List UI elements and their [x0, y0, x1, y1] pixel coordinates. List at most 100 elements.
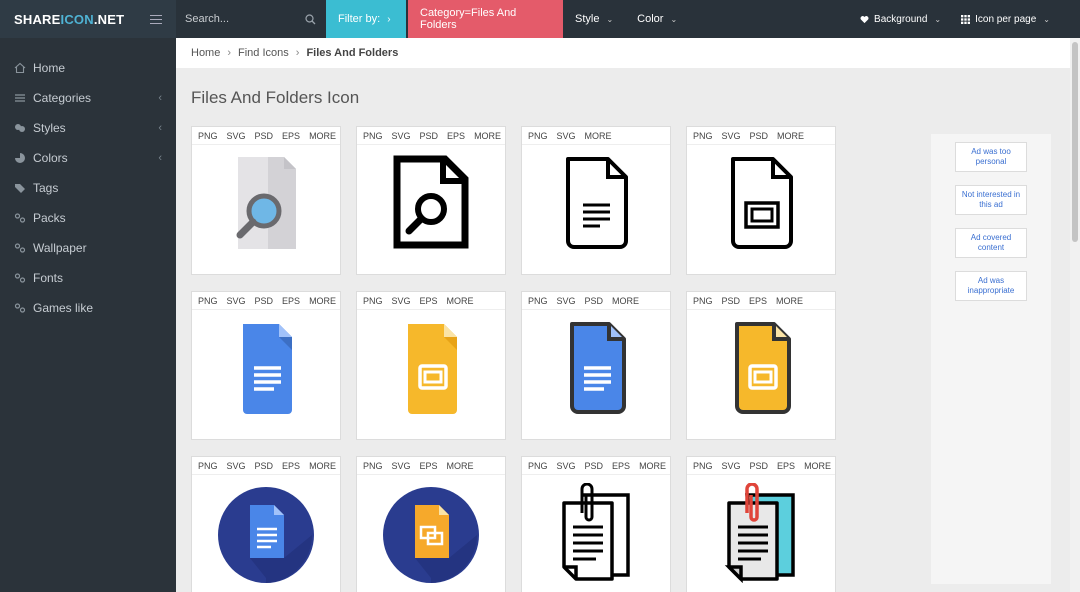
- format-link[interactable]: PNG: [693, 296, 713, 306]
- format-link[interactable]: PNG: [363, 131, 383, 141]
- format-link[interactable]: PNG: [693, 461, 713, 471]
- sidebar-item-wallpaper[interactable]: Wallpaper: [0, 233, 176, 263]
- format-link[interactable]: PNG: [693, 131, 713, 141]
- format-link[interactable]: SVG: [557, 296, 576, 306]
- icon-card[interactable]: PNG SVG PSD EPS MORE: [356, 126, 506, 275]
- icon-card[interactable]: PNG SVG EPS MORE: [356, 291, 506, 440]
- format-link[interactable]: PNG: [198, 131, 218, 141]
- sidebar-item-home[interactable]: Home: [0, 53, 176, 83]
- slides-outlined-icon[interactable]: [687, 310, 835, 418]
- clipboard-papers-outline-icon[interactable]: [522, 475, 670, 583]
- format-link[interactable]: MORE: [309, 296, 336, 306]
- docs-circle-icon[interactable]: [192, 475, 340, 583]
- icon-card[interactable]: PNG SVG PSD EPS MORE: [191, 291, 341, 440]
- format-link[interactable]: PSD: [750, 131, 769, 141]
- format-link[interactable]: SVG: [722, 461, 741, 471]
- format-link[interactable]: MORE: [776, 296, 803, 306]
- format-link[interactable]: EPS: [612, 461, 630, 471]
- document-outline-icon[interactable]: [522, 145, 670, 253]
- breadcrumb-find-icons[interactable]: Find Icons: [238, 47, 289, 59]
- background-dropdown[interactable]: Background ⌄: [850, 0, 951, 38]
- color-dropdown[interactable]: Color ⌄: [625, 0, 689, 38]
- file-search-outline-icon[interactable]: [357, 145, 505, 253]
- format-link[interactable]: PNG: [363, 296, 383, 306]
- format-link[interactable]: MORE: [639, 461, 666, 471]
- scrollbar-thumb[interactable]: [1072, 42, 1078, 242]
- sidebar-item-fonts[interactable]: Fonts: [0, 263, 176, 293]
- format-link[interactable]: MORE: [447, 296, 474, 306]
- format-link[interactable]: MORE: [309, 461, 336, 471]
- search-icon[interactable]: [305, 13, 316, 25]
- file-search-flat-icon[interactable]: [192, 145, 340, 253]
- ad-feedback-too-personal-button[interactable]: Ad was too personal: [955, 142, 1027, 172]
- format-link[interactable]: EPS: [420, 461, 438, 471]
- icon-card[interactable]: PNG SVG PSD EPS MORE: [521, 456, 671, 592]
- format-link[interactable]: EPS: [282, 461, 300, 471]
- format-link[interactable]: SVG: [557, 131, 576, 141]
- ad-feedback-covered-content-button[interactable]: Ad covered content: [955, 228, 1027, 258]
- format-link[interactable]: MORE: [474, 131, 501, 141]
- format-link[interactable]: PSD: [585, 296, 604, 306]
- format-link[interactable]: EPS: [282, 131, 300, 141]
- format-link[interactable]: PSD: [750, 461, 769, 471]
- icon-card[interactable]: PNG SVG PSD EPS MORE: [191, 456, 341, 592]
- format-link[interactable]: MORE: [777, 131, 804, 141]
- page-scrollbar[interactable]: [1070, 38, 1080, 592]
- docs-outlined-icon[interactable]: [522, 310, 670, 418]
- slides-outline-icon[interactable]: [687, 145, 835, 253]
- format-link[interactable]: MORE: [309, 131, 336, 141]
- icon-card[interactable]: PNG SVG PSD EPS MORE: [191, 126, 341, 275]
- style-dropdown[interactable]: Style ⌄: [563, 0, 625, 38]
- menu-toggle-icon[interactable]: [150, 14, 162, 24]
- format-link[interactable]: SVG: [392, 461, 411, 471]
- format-link[interactable]: PNG: [198, 296, 218, 306]
- format-link[interactable]: SVG: [722, 131, 741, 141]
- format-link[interactable]: MORE: [612, 296, 639, 306]
- icon-card[interactable]: PNG PSD EPS MORE: [686, 291, 836, 440]
- icon-card[interactable]: PNG SVG PSD MORE: [521, 291, 671, 440]
- format-link[interactable]: SVG: [392, 296, 411, 306]
- search-input[interactable]: [185, 13, 305, 25]
- sidebar-item-packs[interactable]: Packs: [0, 203, 176, 233]
- icons-per-page-dropdown[interactable]: Icon per page ⌄: [951, 0, 1060, 38]
- filter-by-button[interactable]: Filter by: ›: [326, 0, 406, 38]
- format-link[interactable]: PNG: [528, 131, 548, 141]
- format-link[interactable]: SVG: [227, 461, 246, 471]
- format-link[interactable]: MORE: [447, 461, 474, 471]
- format-link[interactable]: PSD: [585, 461, 604, 471]
- slides-circle-icon[interactable]: [357, 475, 505, 583]
- icon-card[interactable]: PNG SVG MORE: [521, 126, 671, 275]
- icon-card[interactable]: PNG SVG EPS MORE: [356, 456, 506, 592]
- format-link[interactable]: PNG: [528, 296, 548, 306]
- format-link[interactable]: PSD: [255, 461, 274, 471]
- format-link[interactable]: SVG: [557, 461, 576, 471]
- ad-feedback-inappropriate-button[interactable]: Ad was inappropriate: [955, 271, 1027, 301]
- format-link[interactable]: EPS: [420, 296, 438, 306]
- format-link[interactable]: SVG: [392, 131, 411, 141]
- format-link[interactable]: PSD: [255, 131, 274, 141]
- sidebar-item-games-like[interactable]: Games like: [0, 293, 176, 323]
- google-slides-icon[interactable]: [357, 310, 505, 418]
- icon-card[interactable]: PNG SVG PSD EPS MORE: [686, 456, 836, 592]
- category-filter-chip[interactable]: Category=Files And Folders: [408, 0, 563, 38]
- breadcrumb-home[interactable]: Home: [191, 47, 220, 59]
- format-link[interactable]: SVG: [227, 131, 246, 141]
- format-link[interactable]: EPS: [447, 131, 465, 141]
- format-link[interactable]: SVG: [227, 296, 246, 306]
- format-link[interactable]: PNG: [363, 461, 383, 471]
- format-link[interactable]: EPS: [777, 461, 795, 471]
- site-logo[interactable]: SHAREICON.NET: [14, 12, 124, 27]
- format-link[interactable]: PNG: [198, 461, 218, 471]
- format-link[interactable]: PSD: [420, 131, 439, 141]
- format-link[interactable]: MORE: [585, 131, 612, 141]
- sidebar-item-colors[interactable]: Colors ‹: [0, 143, 176, 173]
- format-link[interactable]: EPS: [282, 296, 300, 306]
- clipboard-papers-color-icon[interactable]: [687, 475, 835, 583]
- ad-feedback-not-interested-button[interactable]: Not interested in this ad: [955, 185, 1027, 215]
- sidebar-item-styles[interactable]: Styles ‹: [0, 113, 176, 143]
- google-docs-icon[interactable]: [192, 310, 340, 418]
- format-link[interactable]: MORE: [804, 461, 831, 471]
- sidebar-item-tags[interactable]: Tags: [0, 173, 176, 203]
- format-link[interactable]: EPS: [749, 296, 767, 306]
- sidebar-item-categories[interactable]: Categories ‹: [0, 83, 176, 113]
